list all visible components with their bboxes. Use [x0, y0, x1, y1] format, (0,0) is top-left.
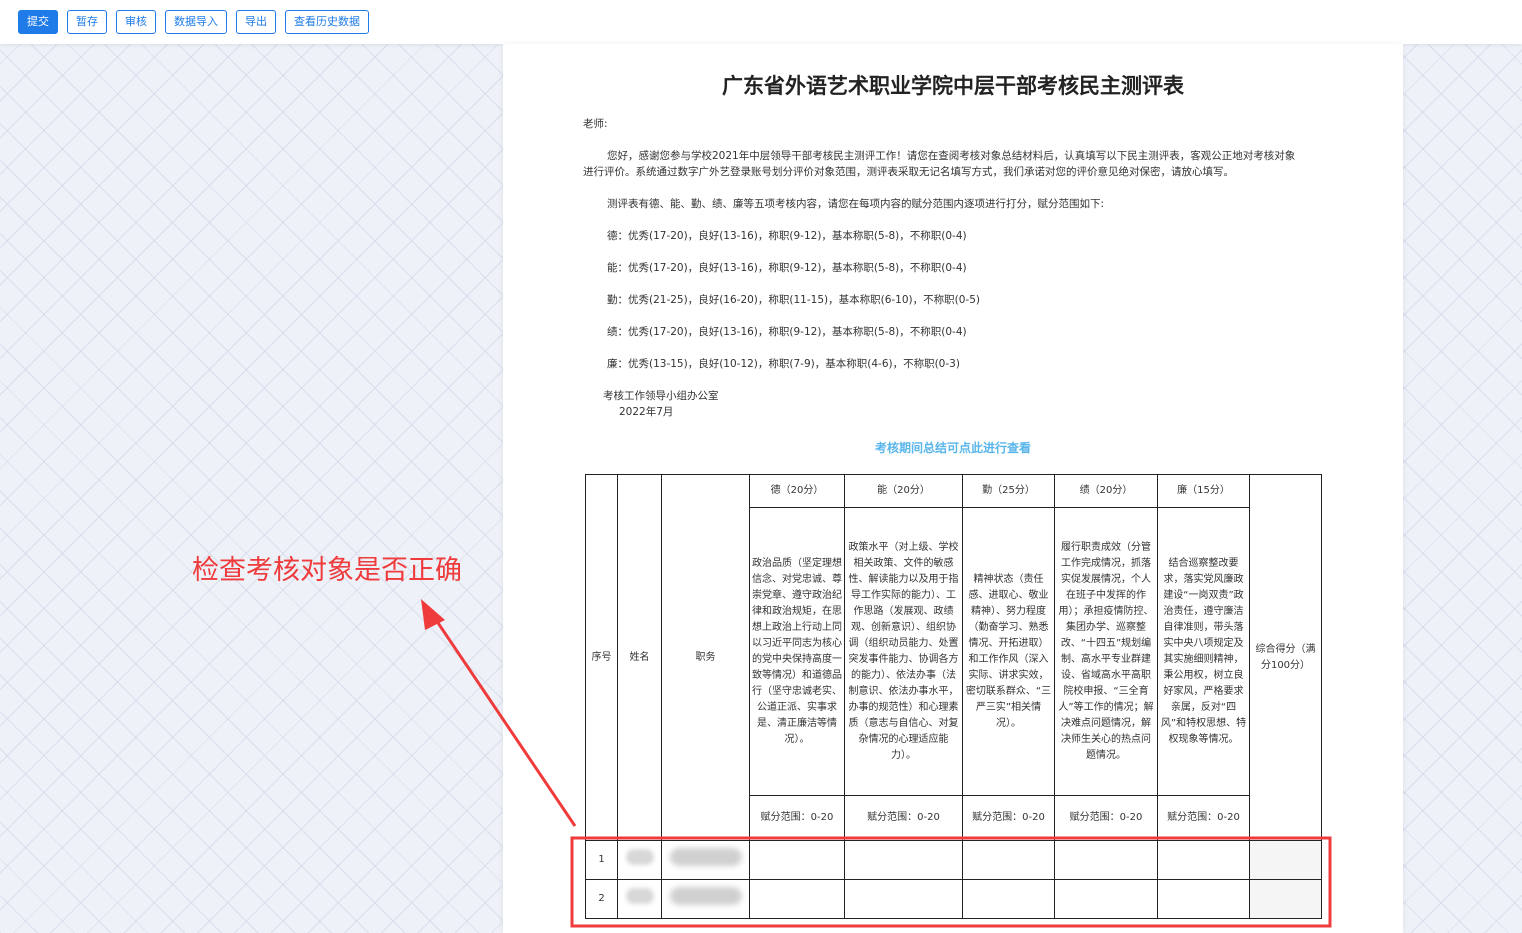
- annotation-highlight-box: [570, 836, 1332, 928]
- annotation-overlay: [421, 599, 1332, 928]
- annotation-arrow-shaft: [430, 613, 577, 827]
